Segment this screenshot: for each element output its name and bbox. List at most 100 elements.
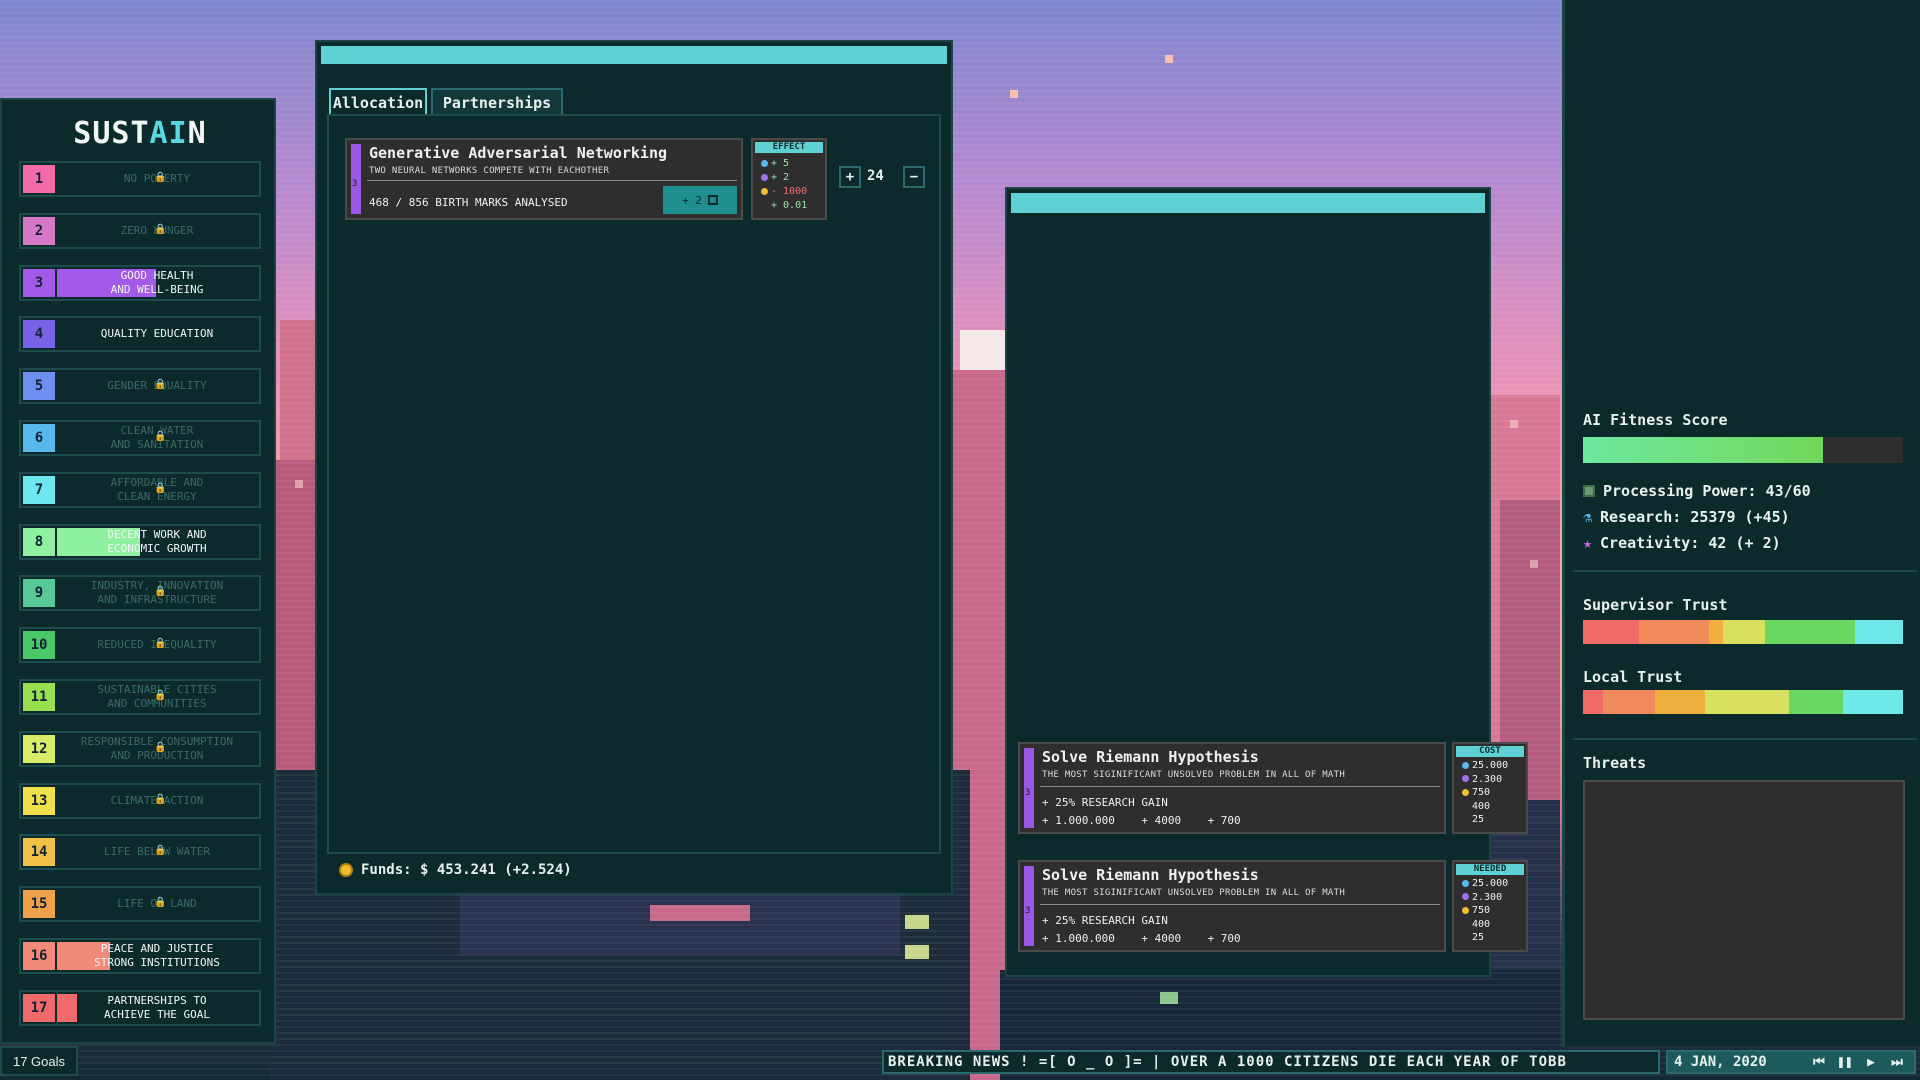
goal-label: DECENT WORK AND ECONOMIC GROWTH bbox=[107, 527, 207, 555]
goals-sidebar: SUSTAIN 1 NO POVERTY 🔒 2 ZERO HUNGER 🔒 3 GOOD H… bbox=[0, 98, 276, 1044]
chip-icon bbox=[707, 195, 718, 205]
supervisor-trust-label: Supervisor Trust bbox=[1583, 596, 1728, 614]
chip-icon bbox=[1583, 485, 1595, 497]
goal-number: 8 bbox=[23, 527, 55, 556]
lock-icon: 🔒 bbox=[154, 431, 167, 442]
goal-number: 16 bbox=[23, 942, 55, 970]
goal-number: 17 bbox=[23, 993, 55, 1022]
allocated-count: 24 bbox=[867, 168, 884, 184]
goal-number: 1 bbox=[23, 165, 55, 193]
goal-number: 12 bbox=[23, 734, 55, 763]
goal-item[interactable]: 17 PARTNERSHIPS TO ACHIEVE THE GOAL bbox=[19, 989, 261, 1026]
research-cost-box: NEEDED 25.000 2.300 750 400 25 bbox=[1452, 860, 1528, 952]
lock-icon: 🔒 bbox=[154, 897, 167, 909]
rewind-button[interactable]: ⏮ bbox=[1806, 1055, 1832, 1070]
project-progress-text: 468 / 856 BIRTH MARKS ANALYSED bbox=[369, 196, 568, 209]
goal-number: 9 bbox=[23, 579, 55, 608]
project-card[interactable]: 3 Generative Adversarial Networking TWO … bbox=[345, 138, 743, 220]
coin-icon bbox=[339, 863, 353, 877]
goal-number: 13 bbox=[23, 786, 55, 815]
current-date: 4 JAN, 2020 bbox=[1674, 1054, 1767, 1070]
goal-item[interactable]: 14 LIFE BELOW WATER 🔒 bbox=[19, 834, 261, 871]
research-card[interactable]: 3 Solve Riemann Hypothesis THE MOST SIGINI… bbox=[1018, 860, 1446, 952]
flask-icon: ⚗ bbox=[1583, 508, 1593, 526]
goal-item[interactable]: 3 GOOD HEALTH AND WELL-BEING bbox=[19, 264, 261, 301]
lock-icon: 🔒 bbox=[154, 586, 167, 598]
goal-label: PARTNERSHIPS TO ACHIEVE THE GOAL bbox=[104, 993, 210, 1021]
lock-icon: 🔒 bbox=[154, 638, 167, 650]
local-trust-bar bbox=[1583, 690, 1903, 714]
research-gain: + 25% RESEARCH GAIN bbox=[1042, 914, 1168, 927]
goal-item[interactable]: 4 QUALITY EDUCATION bbox=[19, 316, 261, 353]
goal-number: 7 bbox=[23, 475, 55, 504]
goal-item[interactable]: 12 RESPONSIBLE CONSUMPTION AND PRODUCTION… bbox=[19, 730, 261, 767]
allocate-minus-button[interactable]: − bbox=[903, 166, 925, 188]
research-level-bar: 3 bbox=[1024, 866, 1034, 946]
goal-item[interactable]: 2 ZERO HUNGER 🔒 bbox=[19, 212, 261, 249]
goal-number: 14 bbox=[23, 838, 55, 867]
supervisor-trust-bar bbox=[1583, 620, 1903, 644]
research-stat: ⚗ Research: 25379 (+45) bbox=[1583, 508, 1790, 526]
allocation-content: 3 Generative Adversarial Networking TWO … bbox=[327, 114, 941, 854]
window-titlebar[interactable] bbox=[1011, 193, 1485, 213]
news-ticker: BREAKING NEWS ! =[ O _ O ]= | OVER A 100… bbox=[882, 1050, 1660, 1074]
star-icon: ★ bbox=[1583, 534, 1593, 552]
threats-label: Threats bbox=[1583, 754, 1647, 772]
tab-partnerships[interactable]: Partnerships bbox=[431, 88, 563, 116]
fast-forward-button[interactable]: ⏭ bbox=[1884, 1055, 1910, 1070]
goal-label: PEACE AND JUSTICE STRONG INSTITUTIONS bbox=[94, 942, 220, 969]
project-subtitle: TWO NEURAL NETWORKS COMPETE WITH EACHOTH… bbox=[369, 166, 610, 176]
funds-text: Funds: $ 453.241 (+2.524) bbox=[361, 862, 572, 878]
lock-icon: 🔒 bbox=[154, 223, 167, 235]
research-title: Solve Riemann Hypothesis bbox=[1042, 866, 1259, 884]
goal-item[interactable]: 5 GENDER EQUALITY 🔒 bbox=[19, 368, 261, 405]
research-gain: + 25% RESEARCH GAIN bbox=[1042, 796, 1168, 809]
lock-icon: 🔒 bbox=[154, 690, 167, 701]
tab-allocation[interactable]: Allocation bbox=[329, 88, 427, 116]
pause-button[interactable]: ❚❚ bbox=[1832, 1055, 1858, 1070]
research-window bbox=[1005, 187, 1491, 977]
allocation-window: Allocation Partnerships 3 Generative Adv… bbox=[315, 40, 953, 895]
window-titlebar[interactable] bbox=[321, 46, 947, 64]
goal-item[interactable]: 13 CLIMATE ACTION 🔒 bbox=[19, 782, 261, 819]
goal-number: 10 bbox=[23, 631, 55, 660]
goal-item[interactable]: 8 DECENT WORK AND ECONOMIC GROWTH bbox=[19, 523, 261, 560]
play-button[interactable]: ▶ bbox=[1858, 1055, 1884, 1070]
goal-item[interactable]: 6 CLEAN WATER AND SANITATION 🔒 bbox=[19, 420, 261, 456]
goal-item[interactable]: 15 LIFE ON LAND 🔒 bbox=[19, 886, 261, 923]
goal-number: 2 bbox=[23, 216, 55, 245]
project-level-bar: 3 bbox=[351, 144, 361, 214]
local-trust-label: Local Trust bbox=[1583, 668, 1683, 686]
goal-number: 6 bbox=[23, 424, 55, 452]
goals-count-button[interactable]: 17 Goals bbox=[0, 1046, 78, 1076]
lock-icon: 🔒 bbox=[154, 379, 167, 391]
research-rewards: + 1.000.000 + 4000 + 700 bbox=[1042, 814, 1241, 827]
game-logo: SUSTAIN bbox=[73, 116, 207, 151]
time-controls: 4 JAN, 2020 ⏮ ❚❚ ▶ ⏭ bbox=[1666, 1050, 1916, 1074]
research-card[interactable]: 3 Solve Riemann Hypothesis THE MOST SIGINI… bbox=[1018, 742, 1446, 834]
fitness-label: AI Fitness Score bbox=[1583, 411, 1728, 429]
research-level-bar: 3 bbox=[1024, 748, 1034, 828]
goal-number: 15 bbox=[23, 890, 55, 919]
goal-item[interactable]: 16 PEACE AND JUSTICE STRONG INSTITUTIONS bbox=[19, 938, 261, 974]
goal-item[interactable]: 7 AFFORDABLE AND CLEAN ENERGY 🔒 bbox=[19, 471, 261, 508]
goal-item[interactable]: 1 NO POVERTY 🔒 bbox=[19, 161, 261, 197]
project-title: Generative Adversarial Networking bbox=[369, 144, 668, 162]
status-panel: AI Fitness Score Processing Power: 43/60… bbox=[1562, 0, 1920, 1046]
lock-icon: 🔒 bbox=[154, 741, 167, 753]
goal-item[interactable]: 10 REDUCED INEQUALITY 🔒 bbox=[19, 627, 261, 664]
processing-stat: Processing Power: 43/60 bbox=[1583, 482, 1811, 500]
goal-number: 3 bbox=[23, 268, 55, 297]
goal-item[interactable]: 9 INDUSTRY, INNOVATION AND INFRASTRUCTURE… bbox=[19, 575, 261, 612]
allocate-plus-button[interactable]: + bbox=[839, 166, 861, 188]
research-cost-box: COST 25.000 2.300 750 400 25 bbox=[1452, 742, 1528, 834]
lock-icon: 🔒 bbox=[154, 793, 167, 805]
effect-box: EFFECT + 5 + 2 - 1000 + 0.01 bbox=[751, 138, 827, 220]
goal-number: 4 bbox=[23, 320, 55, 349]
lock-icon: 🔒 bbox=[154, 172, 167, 183]
research-rewards: + 1.000.000 + 4000 + 700 bbox=[1042, 932, 1241, 945]
funds-display: Funds: $ 453.241 (+2.524) bbox=[339, 862, 572, 878]
goal-item[interactable]: 11 SUSTAINABLE CITIES AND COMMUNITIES 🔒 bbox=[19, 679, 261, 715]
threats-list[interactable] bbox=[1583, 780, 1905, 1020]
boost-button[interactable]: + 2 bbox=[663, 186, 737, 214]
